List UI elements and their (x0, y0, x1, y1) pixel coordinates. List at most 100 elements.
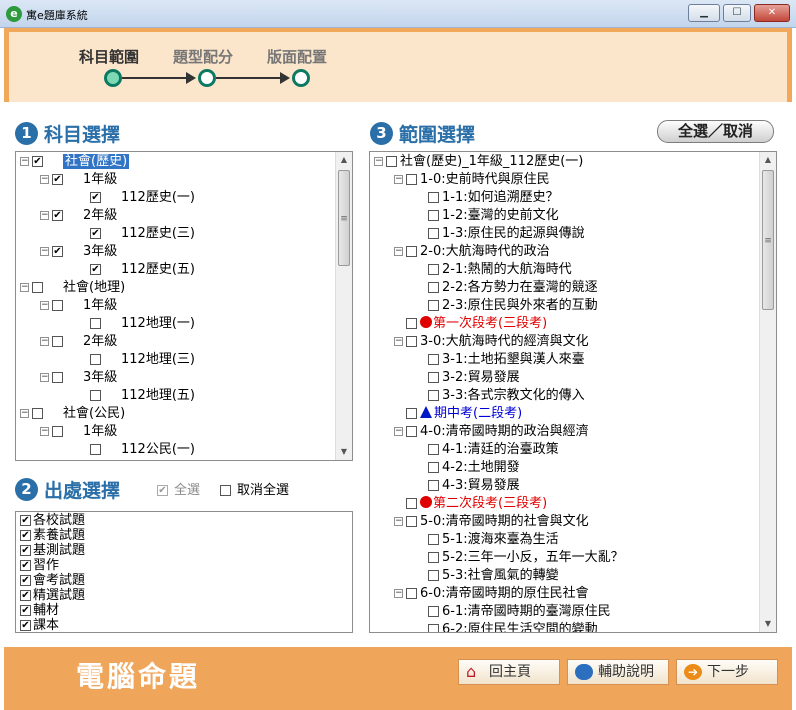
source-checkbox[interactable]: ✔ (20, 605, 31, 616)
node-checkbox[interactable] (406, 588, 417, 599)
node-checkbox[interactable] (428, 534, 439, 545)
node-checkbox[interactable] (32, 408, 43, 419)
range-node[interactable]: − 2-0:大航海時代的政治 (394, 243, 550, 261)
node-checkbox[interactable] (428, 570, 439, 581)
range-node[interactable]: 4-2:土地開發 (428, 459, 520, 477)
source-item[interactable]: ✔ 基測試題 (16, 543, 352, 558)
tree-node[interactable]: ✔ 112歷史(一) (78, 189, 195, 207)
collapse-icon[interactable]: − (40, 211, 49, 220)
node-checkbox[interactable] (428, 444, 439, 455)
range-node[interactable]: 3-2:貿易發展 (428, 369, 520, 387)
collapse-icon[interactable]: − (40, 301, 49, 310)
source-item[interactable]: ✔ 素養試題 (16, 528, 352, 543)
range-node[interactable]: − 1-0:史前時代與原住民 (394, 171, 550, 189)
collapse-icon[interactable]: − (40, 337, 49, 346)
node-checkbox[interactable] (406, 426, 417, 437)
source-checkbox[interactable]: ✔ (20, 515, 31, 526)
cancel-all-sources-checkbox[interactable]: 取消全選 (220, 479, 289, 498)
node-checkbox[interactable] (52, 372, 63, 383)
collapse-icon[interactable]: − (40, 427, 49, 436)
collapse-icon[interactable]: − (20, 157, 29, 166)
node-checkbox[interactable] (428, 228, 439, 239)
node-checkbox[interactable] (428, 552, 439, 563)
range-node[interactable]: 4-1:清廷的治臺政策 (428, 441, 559, 459)
tree-node[interactable]: 112公民(一) (78, 441, 195, 459)
range-node[interactable]: 5-1:渡海來臺為生活 (428, 531, 559, 549)
node-checkbox[interactable] (90, 390, 101, 401)
range-node[interactable]: 4-3:貿易發展 (428, 477, 520, 495)
collapse-icon[interactable]: − (394, 337, 403, 346)
source-item[interactable]: ✔ 會考試題 (16, 573, 352, 588)
node-checkbox[interactable] (90, 444, 101, 455)
tree-node[interactable]: 112地理(三) (78, 351, 195, 369)
node-checkbox[interactable] (406, 408, 417, 419)
collapse-icon[interactable]: − (40, 373, 49, 382)
range-node[interactable]: − 5-0:清帝國時期的社會與文化 (394, 513, 589, 531)
collapse-icon[interactable]: − (20, 283, 29, 292)
range-node[interactable]: 6-1:清帝國時期的臺灣原住民 (428, 603, 611, 621)
range-node[interactable]: 5-3:社會風氣的轉變 (428, 567, 559, 585)
collapse-icon[interactable]: − (394, 589, 403, 598)
collapse-icon[interactable]: − (20, 409, 29, 418)
tree-node[interactable]: − ✔ 1年級 (40, 171, 117, 189)
source-item[interactable]: ✔ 精選試題 (16, 588, 352, 603)
range-tree-scrollbar[interactable]: ▲ ≡ ▼ (759, 152, 776, 632)
tree-node[interactable]: − 社會(地理) (20, 279, 125, 297)
tree-node[interactable]: 112地理(一) (78, 315, 195, 333)
tree-node[interactable]: ✔ 112歷史(三) (78, 225, 195, 243)
scroll-thumb[interactable]: ≡ (762, 170, 774, 310)
source-checkbox[interactable]: ✔ (20, 560, 31, 571)
tree-node[interactable]: − ✔ 社會(歷史) (20, 153, 130, 171)
tree-node[interactable]: − 3年級 (40, 369, 117, 387)
collapse-icon[interactable]: − (394, 517, 403, 526)
node-checkbox[interactable] (428, 210, 439, 221)
checkbox-icon[interactable] (220, 485, 231, 496)
node-checkbox[interactable] (428, 624, 439, 632)
source-item[interactable]: ✔ 輔材 (16, 603, 352, 618)
node-checkbox[interactable] (52, 300, 63, 311)
node-checkbox[interactable] (406, 246, 417, 257)
scroll-up-icon[interactable]: ▲ (760, 152, 776, 168)
node-checkbox[interactable] (428, 300, 439, 311)
range-node[interactable]: 5-2:三年一小反，五年一大亂？ (428, 549, 624, 567)
range-node[interactable]: 第二次段考(三段考) (394, 495, 547, 513)
subject-tree-scrollbar[interactable]: ▲ ≡ ▼ (335, 152, 352, 460)
scroll-down-icon[interactable]: ▼ (760, 616, 776, 632)
range-node[interactable]: 1-2:臺灣的史前文化 (428, 207, 559, 225)
maximize-button[interactable]: ☐ (723, 4, 751, 22)
scroll-thumb[interactable]: ≡ (338, 170, 350, 266)
help-button[interactable]: 輔助說明 (567, 659, 669, 685)
node-checkbox[interactable] (428, 282, 439, 293)
source-checkbox[interactable]: ✔ (20, 530, 31, 541)
tree-node[interactable]: ✔ 112歷史(五) (78, 261, 195, 279)
source-checkbox[interactable]: ✔ (20, 590, 31, 601)
collapse-icon[interactable]: − (394, 175, 403, 184)
range-node[interactable]: 2-3:原住民與外來者的互動 (428, 297, 598, 315)
node-checkbox[interactable]: ✔ (52, 174, 63, 185)
node-checkbox[interactable] (52, 336, 63, 347)
source-checkbox[interactable]: ✔ (20, 620, 31, 631)
range-node[interactable]: − 3-0:大航海時代的經濟與文化 (394, 333, 589, 351)
node-checkbox[interactable] (406, 174, 417, 185)
next-step-button[interactable]: ➔ 下一步 (676, 659, 778, 685)
source-checkbox[interactable]: ✔ (20, 545, 31, 556)
tree-node[interactable]: − 1年級 (40, 423, 117, 441)
range-node[interactable]: 2-1:熱鬧的大航海時代 (428, 261, 572, 279)
node-checkbox[interactable] (406, 318, 417, 329)
node-checkbox[interactable] (428, 192, 439, 203)
node-checkbox[interactable] (428, 462, 439, 473)
range-node[interactable]: − 4-0:清帝國時期的政治與經濟 (394, 423, 589, 441)
node-checkbox[interactable] (428, 480, 439, 491)
range-tree[interactable]: − 社會(歷史)_1年級_112歷史(一) − 1-0:史前時代與原住民 1-1:如何追… (369, 151, 777, 633)
close-button[interactable]: ✕ (754, 4, 790, 22)
node-checkbox[interactable] (90, 354, 101, 365)
range-node[interactable]: 1-1:如何追溯歷史？ (428, 189, 559, 207)
range-node[interactable]: 6-2:原住民生活空間的變動 (428, 621, 598, 632)
select-all-toggle-button[interactable]: 全選／取消 (657, 120, 774, 143)
range-node[interactable]: 3-3:各式宗教文化的傳入 (428, 387, 585, 405)
collapse-icon[interactable]: − (40, 247, 49, 256)
source-checkbox[interactable]: ✔ (20, 575, 31, 586)
collapse-icon[interactable]: − (394, 247, 403, 256)
node-checkbox[interactable] (52, 426, 63, 437)
node-checkbox[interactable] (90, 318, 101, 329)
